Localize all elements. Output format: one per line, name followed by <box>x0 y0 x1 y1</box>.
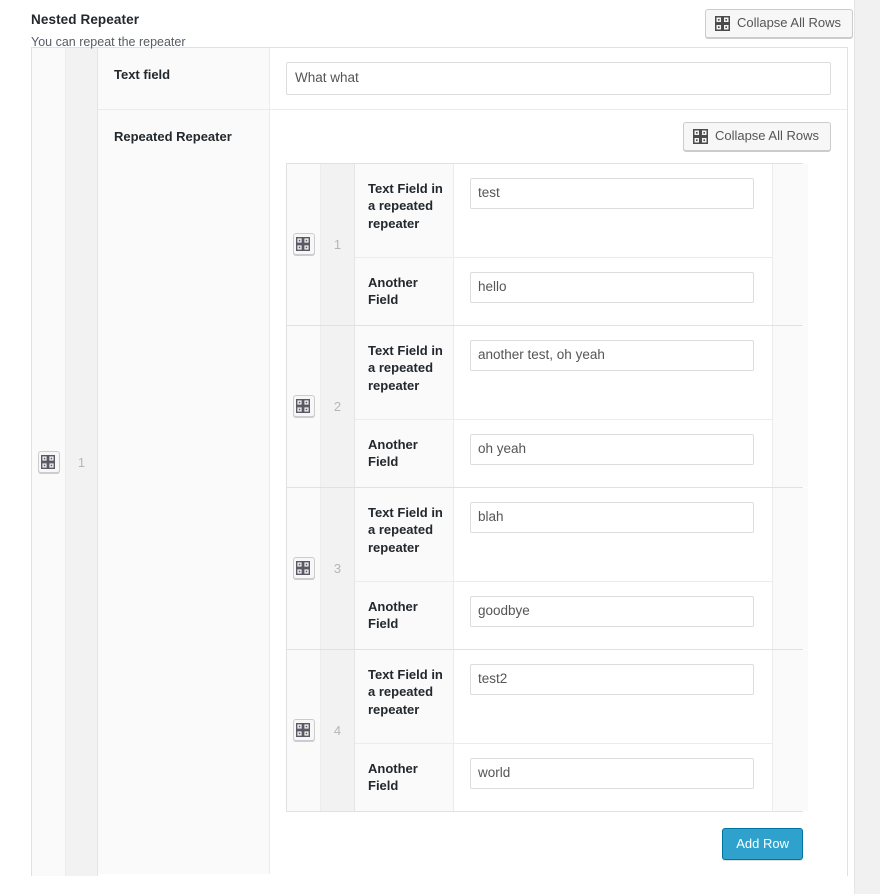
inner-field-control <box>454 163 772 257</box>
table-row: 1 Text Field in a repeated repeater test… <box>287 163 808 326</box>
nested-repeater-wrap: Collapse All Rows 1 Text Field in a repe… <box>270 110 847 874</box>
inner-row-drag-handle[interactable] <box>292 557 315 580</box>
inner-field-control <box>454 581 772 649</box>
inner-row-actions-cell <box>772 649 808 811</box>
inner-row-fields: Text Field in a repeated repeater Anothe… <box>355 325 772 487</box>
collapse-all-rows-button-outer[interactable]: Collapse All Rows <box>704 9 853 38</box>
inner-field-row: Another Field <box>355 581 772 649</box>
collapse-grid-icon <box>692 128 708 144</box>
inner-field-row: Another Field <box>355 419 772 487</box>
outer-row-body: Text field Repeated Repeater <box>98 48 847 876</box>
outer-row-number-cell: 1 <box>66 48 98 876</box>
inner-row-fields: Text Field in a repeated repeater Anothe… <box>355 163 772 325</box>
inner-text-input[interactable] <box>470 501 754 533</box>
inner-field-label: Another Field <box>355 419 454 487</box>
header-collapse-wrap: Collapse All Rows <box>704 9 853 38</box>
add-row-bar: Add Row <box>286 812 803 874</box>
inner-row-number: 2 <box>333 398 342 414</box>
inner-field-control <box>454 257 772 325</box>
inner-text-input[interactable] <box>470 757 754 789</box>
drag-handle-icon <box>41 454 56 470</box>
inner-repeater-table: 1 Text Field in a repeated repeater test… <box>286 162 808 812</box>
inner-field-row: Text Field in a repeated repeater <box>355 649 772 744</box>
inner-field-label: Text Field in a repeated repeater <box>355 325 454 419</box>
table-row: 3 Text Field in a repeated repeater blah… <box>287 487 808 650</box>
inner-row-actions-cell <box>772 163 808 325</box>
field-control-repeated-repeater: Collapse All Rows 1 Text Field in a repe… <box>270 109 847 874</box>
table-row: 4 Text Field in a repeated repeater test… <box>287 649 808 812</box>
page-root: Nested Repeater You can repeat the repea… <box>0 0 880 894</box>
inner-row-number-cell: 1 <box>321 163 355 325</box>
inner-row-fields: Text Field in a repeated repeater Anothe… <box>355 649 772 811</box>
inner-field-row: Another Field <box>355 257 772 325</box>
inner-field-label: Another Field <box>355 581 454 649</box>
inner-text-input[interactable] <box>470 663 754 695</box>
inner-text-input[interactable] <box>470 595 754 627</box>
inner-row-number-cell: 2 <box>321 325 355 487</box>
inner-row-number: 4 <box>333 722 342 738</box>
inner-field-row: Text Field in a repeated repeater <box>355 325 772 420</box>
inner-field-control <box>454 487 772 581</box>
inner-field-label: Text Field in a repeated repeater <box>355 487 454 581</box>
inner-field-label: Another Field <box>355 257 454 325</box>
inner-row-number-cell: 4 <box>321 649 355 811</box>
collapse-all-rows-label-outer: Collapse All Rows <box>736 15 841 30</box>
outer-repeater-table: 1 Text field Repeated Repeater <box>31 47 848 876</box>
inner-field-control <box>454 649 772 743</box>
field-control-text-field <box>270 48 847 109</box>
inner-field-label: Text Field in a repeated repeater <box>355 163 454 257</box>
drag-handle-icon <box>296 398 311 414</box>
inner-row-drag-handle-cell <box>287 649 321 811</box>
drag-handle-icon <box>296 560 311 576</box>
outer-row-drag-handle-cell <box>32 48 66 876</box>
inner-field-label: Text Field in a repeated repeater <box>355 649 454 743</box>
inner-field-row: Text Field in a repeated repeater <box>355 487 772 582</box>
text-field-input[interactable] <box>286 62 831 95</box>
inner-row-drag-handle[interactable] <box>292 719 315 742</box>
inner-row-actions-cell <box>772 487 808 649</box>
outer-row-drag-handle[interactable] <box>37 451 60 473</box>
inner-field-label: Another Field <box>355 743 454 811</box>
inner-text-input[interactable] <box>470 177 754 209</box>
inner-text-input[interactable] <box>470 271 754 303</box>
collapse-all-rows-button-inner[interactable]: Collapse All Rows <box>682 121 831 151</box>
inner-row-actions-cell <box>772 325 808 487</box>
inner-row-number: 3 <box>333 560 342 576</box>
field-row-text-field: Text field <box>98 48 847 110</box>
inner-row-number: 1 <box>333 236 342 252</box>
field-label-repeated-repeater: Repeated Repeater <box>98 109 270 874</box>
inner-field-control <box>454 419 772 487</box>
collapse-all-rows-label-inner: Collapse All Rows <box>714 127 819 143</box>
inner-row-drag-handle[interactable] <box>292 233 315 256</box>
drag-handle-icon <box>296 236 311 252</box>
outer-row-number: 1 <box>77 454 86 470</box>
collapse-grid-icon <box>714 15 730 31</box>
inner-row-fields: Text Field in a repeated repeater Anothe… <box>355 487 772 649</box>
inner-field-control <box>454 743 772 811</box>
inner-row-drag-handle-cell <box>287 325 321 487</box>
inner-field-row: Text Field in a repeated repeater <box>355 163 772 258</box>
inner-field-control <box>454 325 772 419</box>
inner-text-input[interactable] <box>470 433 754 465</box>
inner-row-drag-handle-cell <box>287 163 321 325</box>
inner-text-input[interactable] <box>470 339 754 371</box>
inner-row-drag-handle[interactable] <box>292 395 315 418</box>
drag-handle-icon <box>296 722 311 738</box>
table-row: 2 Text Field in a repeated repeater anot… <box>287 325 808 488</box>
field-row-repeated-repeater: Repeated Repeater Collapse All Rows 1 Te… <box>98 109 847 874</box>
inner-field-row: Another Field <box>355 743 772 811</box>
inner-row-number-cell: 3 <box>321 487 355 649</box>
inner-row-drag-handle-cell <box>287 487 321 649</box>
add-row-button[interactable]: Add Row <box>722 827 803 860</box>
nested-repeater-toolbar: Collapse All Rows <box>286 121 831 163</box>
field-label-text-field: Text field <box>98 48 270 109</box>
page-right-gutter <box>854 0 880 894</box>
metabox-header: Nested Repeater You can repeat the repea… <box>0 0 880 49</box>
